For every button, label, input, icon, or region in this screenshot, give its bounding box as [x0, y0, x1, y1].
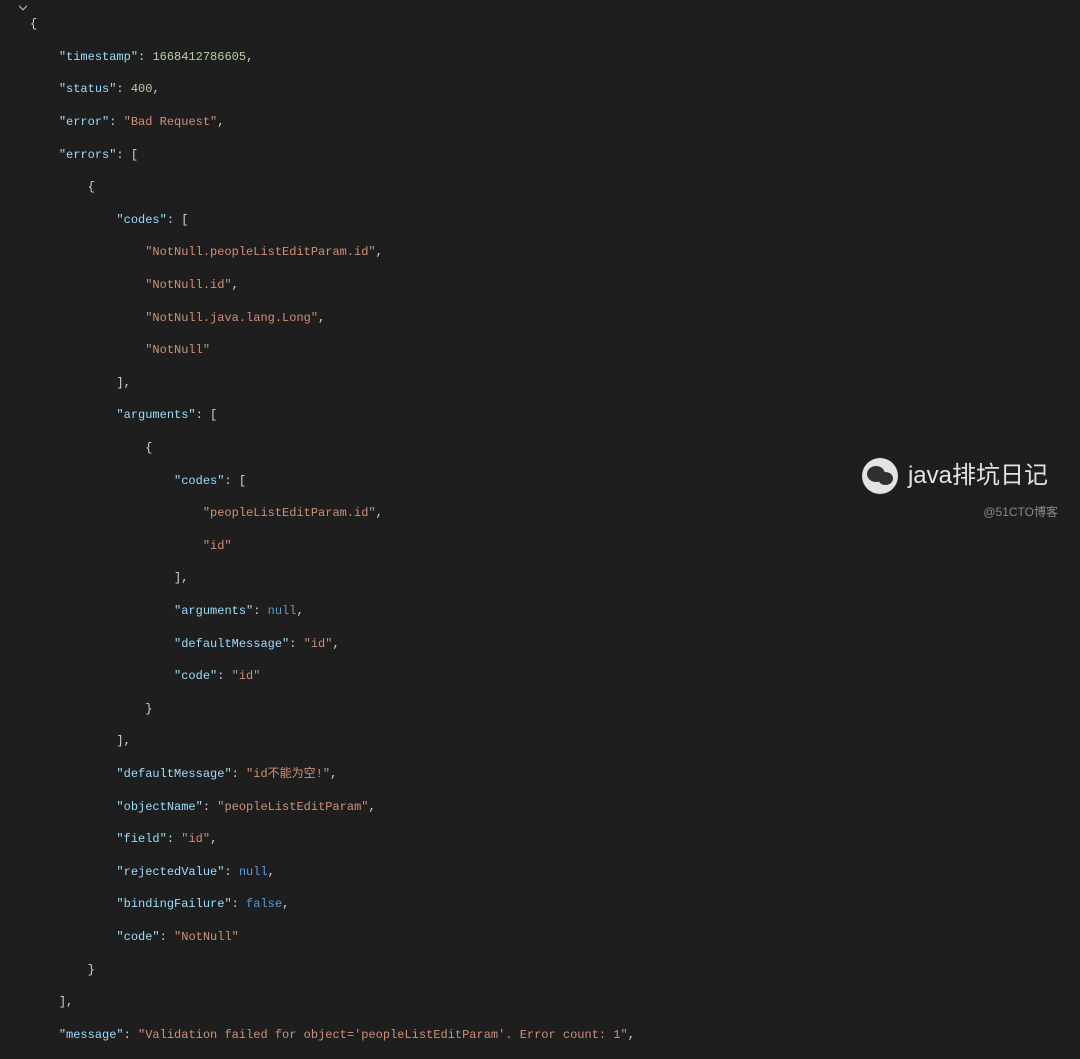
json-bool: false [246, 897, 282, 911]
json-key: "bindingFailure" [116, 897, 231, 911]
json-number: 400 [131, 82, 153, 96]
json-key: "message" [59, 1028, 124, 1042]
json-number: 1668412786605 [152, 50, 246, 64]
json-key: "code" [116, 930, 159, 944]
json-key: "errors" [59, 148, 117, 162]
json-string: "id" [232, 669, 261, 683]
json-string: "Bad Request" [124, 115, 218, 129]
wechat-icon [858, 454, 902, 498]
json-string: "NotNull.java.lang.Long" [145, 311, 318, 325]
line-number-gutter [0, 0, 18, 534]
json-string: "id" [304, 637, 333, 651]
json-key: "rejectedValue" [116, 865, 224, 879]
json-string: "NotNull.id" [145, 278, 231, 292]
brace: { [30, 17, 37, 31]
json-key: "arguments" [174, 604, 253, 618]
json-key: "defaultMessage" [116, 767, 231, 781]
json-key: "codes" [174, 474, 224, 488]
json-key: "field" [116, 832, 166, 846]
json-key: "error" [59, 115, 109, 129]
json-key: "arguments" [116, 408, 195, 422]
json-key: "code" [174, 669, 217, 683]
json-string: "id" [181, 832, 210, 846]
json-string: "id" [203, 539, 232, 553]
json-null: null [239, 865, 268, 879]
json-key: "objectName" [116, 800, 202, 814]
watermark-text: java排坑日记 [908, 468, 1048, 484]
json-code-view[interactable]: { "timestamp": 1668412786605, "status": … [30, 0, 1080, 1059]
json-string: "peopleListEditParam" [217, 800, 368, 814]
fold-chevron-icon[interactable] [18, 2, 28, 12]
json-key: "defaultMessage" [174, 637, 289, 651]
json-key: "timestamp" [59, 50, 138, 64]
json-string: "NotNull" [145, 343, 210, 357]
json-string: "NotNull.peopleListEditParam.id" [145, 245, 375, 259]
json-string: "id不能为空!" [246, 767, 330, 781]
json-key: "codes" [116, 213, 166, 227]
json-string: "NotNull" [174, 930, 239, 944]
watermark: java排坑日记 [858, 454, 1048, 498]
json-string: "peopleListEditParam.id" [203, 506, 376, 520]
json-string: "Validation failed for object='peopleLis… [138, 1028, 628, 1042]
json-null: null [268, 604, 297, 618]
json-key: "status" [59, 82, 117, 96]
signature-text: @51CTO博客 [983, 504, 1058, 520]
